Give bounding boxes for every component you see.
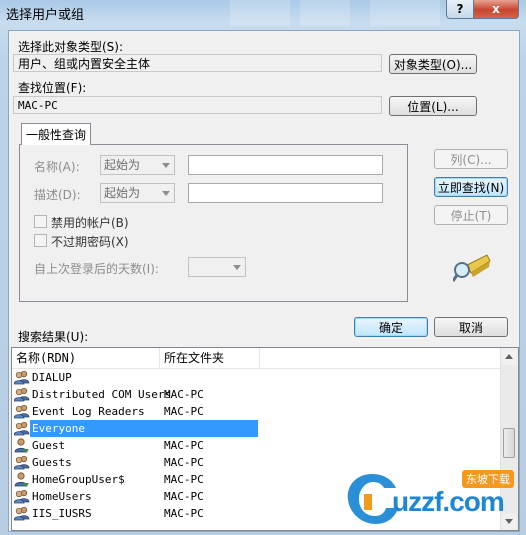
row-name: DIALUP [32,371,72,384]
column-header-name[interactable]: 名称(RDN) [12,348,160,368]
table-row[interactable]: Guest MAC-PC [12,437,502,454]
group-icon [13,421,30,436]
row-folder: MAC-PC [164,473,204,486]
table-row[interactable]: Event Log Readers MAC-PC [12,403,502,420]
results-header: 名称(RDN) 所在文件夹 [12,348,502,369]
columns-button[interactable]: 列(C)... [434,149,508,169]
non-expiring-password-checkbox[interactable] [34,234,47,247]
name-label: 名称(A): [34,160,80,174]
search-results-label: 搜索结果(U): [18,330,89,344]
row-name: Guest [32,439,66,452]
row-folder: MAC-PC [164,456,204,469]
watermark-badge: 东坡下载 [462,470,514,488]
name-input[interactable] [188,155,383,175]
object-type-label: 选择此对象类型(S): [18,40,124,54]
name-mode-select[interactable]: 起始为 [100,155,175,175]
group-icon [13,489,30,504]
row-name: Guests [32,456,72,469]
chevron-down-icon [162,163,170,168]
location-field: MAC-PC [13,96,382,114]
object-types-button[interactable]: 对象类型(O)... [389,54,477,74]
object-type-field: 用户、组或内置安全主体 [13,54,382,72]
arrow-up-icon [505,354,513,359]
ok-button[interactable]: 确定 [354,317,428,337]
titlebar-glass [370,0,440,26]
description-mode-select[interactable]: 起始为 [100,183,175,203]
non-expiring-password-label: 不过期密码(X) [51,235,129,249]
row-name: HomeUsers [32,490,92,503]
find-now-button[interactable]: 立即查找(N) [434,177,508,197]
user-icon [14,472,30,487]
table-row[interactable]: DIALUP [12,369,502,386]
titlebar-glass [300,0,350,26]
user-icon [14,438,30,453]
disabled-accounts-label: 禁用的帐户(B) [51,216,129,230]
table-row[interactable]: Everyone [12,420,502,437]
group-icon [13,455,30,470]
description-input[interactable] [188,183,383,203]
scroll-thumb[interactable] [503,428,515,458]
watermark-text: uzzf.com [392,486,505,517]
group-icon [13,506,30,521]
column-header-folder[interactable]: 所在文件夹 [160,348,260,368]
row-folder: MAC-PC [164,507,204,520]
scroll-up-button[interactable] [501,348,517,365]
search-flashlight-icon [453,254,491,282]
name-mode-value: 起始为 [104,158,141,172]
row-name: Everyone [30,420,258,437]
help-button[interactable]: ? [446,0,474,19]
close-button[interactable]: x [473,0,519,19]
stop-button[interactable]: 停止(T) [434,205,508,225]
site-watermark: uzzf.com 东坡下载 [342,468,526,532]
tab-common-queries[interactable]: 一般性查询 [21,123,91,145]
group-icon [13,387,30,402]
titlebar-glass [230,0,290,26]
row-folder: MAC-PC [164,490,204,503]
cancel-button[interactable]: 取消 [434,317,508,337]
row-name: HomeGroupUser$ [32,473,125,486]
row-folder: MAC-PC [164,388,204,401]
days-since-logon-label: 自上次登录后的天数(I): [34,262,159,276]
window-title: 选择用户或组 [6,8,85,23]
row-name: IIS_IUSRS [32,507,92,520]
description-mode-value: 起始为 [104,186,141,200]
chevron-down-icon [162,191,170,196]
row-name: Distributed COM Users [32,388,172,401]
row-name: Event Log Readers [32,405,145,418]
dialog-window: 选择用户或组 ? x 选择此对象类型(S): 用户、组或内置安全主体 对象类型(… [0,0,526,535]
dialog-body: 选择此对象类型(S): 用户、组或内置安全主体 对象类型(O)... 查找位置(… [8,30,520,532]
row-folder: MAC-PC [164,405,204,418]
group-icon [13,370,30,385]
common-queries-panel: 名称(A): 起始为 描述(D): 起始为 禁用的帐户(B) 不过期密码(X) … [19,144,408,302]
row-folder: MAC-PC [164,439,204,452]
description-label: 描述(D): [34,188,81,202]
group-icon [13,404,30,419]
disabled-accounts-checkbox[interactable] [34,215,47,228]
chevron-down-icon [233,265,241,270]
days-since-logon-select[interactable] [188,257,246,277]
location-label: 查找位置(F): [18,81,87,95]
table-row[interactable]: Distributed COM Users MAC-PC [12,386,502,403]
locations-button[interactable]: 位置(L)... [389,96,477,116]
